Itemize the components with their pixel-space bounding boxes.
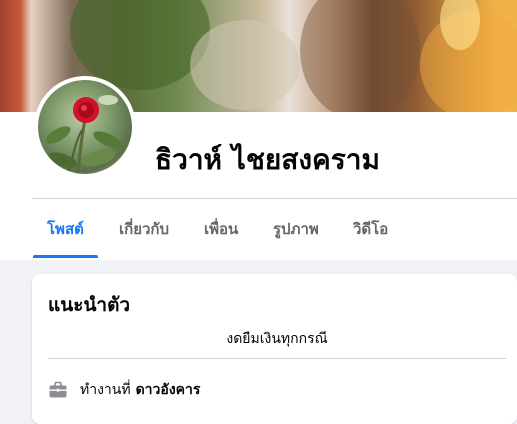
intro-card: แนะนำตัว งดยืมเงินทุกกรณี ทำงานที่ ดาวอั… — [32, 274, 517, 424]
profile-header: ธิวาห์ ไชยสงคราม โพสต์ เกี่ยวกับ เพื่อน … — [0, 0, 517, 260]
rose-flower-image — [45, 95, 123, 174]
tab-videos[interactable]: วิดีโอ — [353, 204, 388, 258]
tab-photos[interactable]: รูปภาพ — [273, 204, 319, 258]
header-divider — [32, 198, 517, 199]
profile-avatar[interactable] — [34, 76, 136, 178]
work-info: ทำงานที่ ดาวอังคาร — [48, 378, 200, 402]
tab-friends[interactable]: เพื่อน — [204, 204, 238, 258]
work-prefix: ทำงานที่ — [80, 382, 131, 398]
profile-name: ธิวาห์ ไชยสงคราม — [155, 143, 380, 176]
tab-posts[interactable]: โพสต์ — [33, 204, 98, 258]
briefcase-icon — [49, 381, 67, 398]
bio-text: งดยืมเงินทุกกรณี — [226, 331, 328, 347]
avatar-image — [38, 80, 132, 174]
tab-about[interactable]: เกี่ยวกับ — [119, 204, 169, 258]
work-place-link[interactable]: ดาวอังคาร — [136, 379, 201, 401]
intro-divider — [48, 358, 506, 359]
intro-title: แนะนำตัว — [48, 294, 131, 316]
profile-tabs: โพสต์ เกี่ยวกับ เพื่อน รูปภาพ วิดีโอ — [32, 204, 517, 258]
